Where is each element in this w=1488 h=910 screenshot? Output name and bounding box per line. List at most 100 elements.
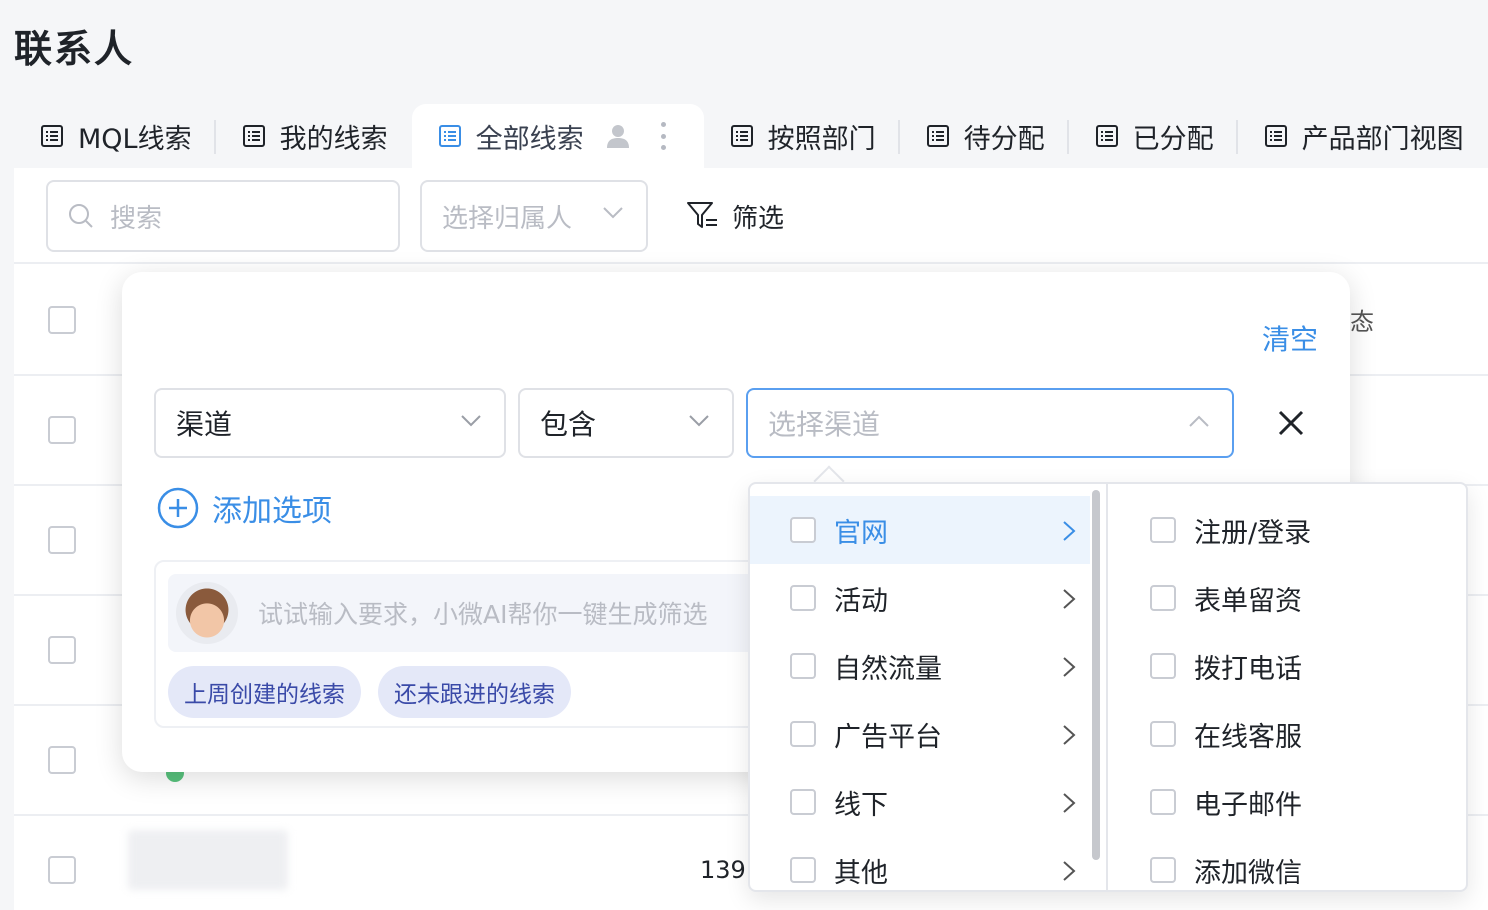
tab-label: 我的线索 [279,123,388,155]
cascader-option[interactable]: 广告平台 [750,700,1090,768]
option-label: 表单留资 [1194,585,1302,617]
option-checkbox[interactable] [1150,585,1176,611]
operator-select[interactable]: 包含 [518,388,734,458]
tab-by-department[interactable]: 按照部门 [704,104,900,168]
option-label: 在线客服 [1194,721,1302,753]
tab-label: 按照部门 [767,123,876,155]
cascader-option[interactable]: 表单留资 [1110,564,1466,632]
cascader-option[interactable]: 线下 [750,768,1090,836]
tab-product-dept-view[interactable]: 产品部门视图 [1238,104,1488,168]
channel-select[interactable]: 选择渠道 [746,388,1234,458]
option-checkbox[interactable] [790,857,816,883]
tab-mql-leads[interactable]: MQL线索 [14,104,216,168]
clear-button[interactable]: 清空 [1262,318,1318,358]
option-label: 官网 [834,517,888,549]
select-all-checkbox[interactable] [48,306,76,334]
tab-label: 已分配 [1132,123,1214,155]
row-checkbox[interactable] [48,856,76,884]
toolbar: 搜索 选择归属人 筛选 [14,168,1488,264]
channel-cascader: 官网 活动 自然流量 广告平台 线下 其他 注册/登录 表单留资 拨打电话 在线… [748,482,1468,892]
ai-assistant-box: 试试输入要求，小微AI帮你一键生成筛选 上周创建的线索 还未跟进的线索 [154,560,814,728]
chevron-down-icon [461,415,481,427]
cascader-option[interactable]: 添加微信 [1110,836,1466,890]
list-icon [41,125,63,147]
user-icon[interactable] [604,122,632,150]
filter-button[interactable]: 筛选 [686,190,784,242]
search-placeholder: 搜索 [110,203,163,234]
chevron-right-icon [1063,589,1076,609]
tab-label: 产品部门视图 [1301,123,1464,155]
phone-cell: 139 [700,856,746,884]
plus-circle-icon [157,487,199,529]
tab-unassigned[interactable]: 待分配 [900,104,1069,168]
option-checkbox[interactable] [1150,653,1176,679]
option-checkbox[interactable] [1150,857,1176,883]
suggestion-chip[interactable]: 还未跟进的线索 [378,666,571,718]
option-checkbox[interactable] [790,585,816,611]
tab-all-leads[interactable]: 全部线索 [411,104,704,168]
tab-label: 待分配 [963,123,1045,155]
channel-placeholder: 选择渠道 [768,408,881,441]
option-label: 广告平台 [834,721,942,753]
chevron-right-icon [1063,521,1076,541]
column-header-partial: 态 [1350,308,1374,336]
field-value: 渠道 [176,408,233,441]
option-checkbox[interactable] [790,721,816,747]
page-title: 联系人 [14,27,135,71]
option-label: 其他 [834,857,888,889]
cascader-option[interactable]: 注册/登录 [1110,496,1466,564]
option-checkbox[interactable] [1150,517,1176,543]
cascader-option[interactable]: 拨打电话 [1110,632,1466,700]
row-checkbox[interactable] [48,416,76,444]
blurred-name-cell [128,830,288,890]
owner-placeholder: 选择归属人 [442,203,573,234]
scrollbar[interactable] [1092,490,1100,860]
option-label: 电子邮件 [1194,789,1302,821]
option-label: 注册/登录 [1194,517,1312,549]
list-icon [242,125,265,147]
search-input[interactable]: 搜索 [46,180,400,252]
filter-icon [687,202,717,228]
tab-label: 全部线索 [475,123,584,155]
search-icon [69,204,93,228]
cascader-option[interactable]: 在线客服 [1110,700,1466,768]
list-icon [1264,125,1287,147]
option-label: 拨打电话 [1194,653,1302,685]
cascader-option[interactable]: 官网 [750,496,1090,564]
operator-value: 包含 [540,408,597,441]
option-label: 线下 [834,789,888,821]
option-label: 自然流量 [834,653,942,685]
row-checkbox[interactable] [48,746,76,774]
field-select[interactable]: 渠道 [154,388,506,458]
list-icon [926,125,949,147]
cascader-option[interactable]: 其他 [750,836,1090,890]
cascader-option[interactable]: 自然流量 [750,632,1090,700]
ai-placeholder: 试试输入要求，小微AI帮你一键生成筛选 [258,600,708,629]
cascader-level1: 官网 活动 自然流量 广告平台 线下 其他 [750,484,1108,890]
view-tabs: MQL线索 我的线索 全部线索 按照部门 待分配 已分配 产品部门视图 [14,104,1488,168]
option-checkbox[interactable] [790,517,816,543]
option-checkbox[interactable] [1150,721,1176,747]
add-option-button[interactable]: 添加选项 [156,486,332,530]
cascader-option[interactable]: 电子邮件 [1110,768,1466,836]
tab-my-leads[interactable]: 我的线索 [216,104,412,168]
owner-select[interactable]: 选择归属人 [420,180,648,252]
option-checkbox[interactable] [790,653,816,679]
row-checkbox[interactable] [48,526,76,554]
chevron-right-icon [1063,725,1076,745]
list-icon [438,125,461,147]
row-checkbox[interactable] [48,636,76,664]
list-icon [730,125,753,147]
tab-assigned[interactable]: 已分配 [1069,104,1238,168]
ai-prompt-input[interactable]: 试试输入要求，小微AI帮你一键生成筛选 [168,574,808,652]
close-icon[interactable] [1276,408,1306,438]
more-vertical-icon[interactable] [660,122,668,150]
option-checkbox[interactable] [1150,789,1176,815]
chevron-down-icon [689,415,709,427]
cascader-option[interactable]: 活动 [750,564,1090,632]
suggestion-chip[interactable]: 上周创建的线索 [168,666,361,718]
add-option-label: 添加选项 [212,494,332,529]
chevron-right-icon [1063,657,1076,677]
chevron-up-icon [1189,415,1209,427]
option-checkbox[interactable] [790,789,816,815]
